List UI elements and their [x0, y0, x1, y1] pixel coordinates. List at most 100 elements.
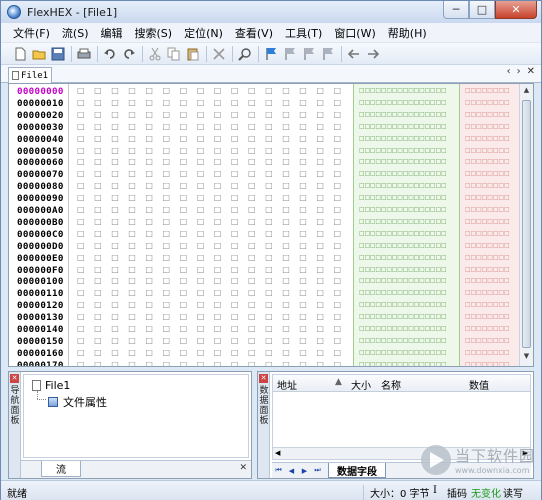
- hex-byte-cell[interactable]: □: [180, 217, 188, 226]
- hex-byte-cell[interactable]: □: [197, 336, 205, 345]
- unicode-row[interactable]: □□□□□□□□: [465, 134, 510, 145]
- ascii-row[interactable]: □□□□□□□□□□□□□□□□: [359, 265, 447, 276]
- hex-byte-cell[interactable]: □: [111, 122, 119, 131]
- hex-byte-cell[interactable]: □: [282, 241, 290, 250]
- first-record-icon[interactable]: ⏮: [272, 466, 285, 475]
- hex-byte-cell[interactable]: □: [163, 86, 171, 95]
- hex-byte-cell[interactable]: □: [163, 300, 171, 309]
- bookmark-prev-icon[interactable]: [300, 45, 318, 63]
- hex-byte-cell[interactable]: □: [180, 360, 188, 366]
- menu-tools[interactable]: 工具(T): [279, 25, 328, 41]
- hex-byte-cell[interactable]: □: [180, 122, 188, 131]
- hex-byte-cell[interactable]: □: [94, 157, 102, 166]
- hex-byte-cell[interactable]: □: [145, 312, 153, 321]
- hex-byte-cell[interactable]: □: [111, 300, 119, 309]
- tab-stream[interactable]: 流: [41, 461, 81, 477]
- hex-byte-cell[interactable]: □: [248, 122, 256, 131]
- hex-byte-cell[interactable]: □: [299, 300, 307, 309]
- hex-byte-cell[interactable]: □: [163, 348, 171, 357]
- hex-byte-cell[interactable]: □: [94, 336, 102, 345]
- hex-byte-cell[interactable]: □: [265, 288, 273, 297]
- hex-byte-cell[interactable]: □: [265, 265, 273, 274]
- scroll-up-icon[interactable]: ▲: [520, 86, 533, 98]
- hex-byte-cell[interactable]: □: [282, 122, 290, 131]
- hex-byte-cell[interactable]: □: [163, 193, 171, 202]
- hex-byte-cell[interactable]: □: [265, 98, 273, 107]
- hex-byte-cell[interactable]: □: [231, 253, 239, 262]
- hex-byte-cell[interactable]: □: [265, 205, 273, 214]
- hex-byte-cell[interactable]: □: [145, 348, 153, 357]
- hex-byte-cell[interactable]: □: [214, 193, 222, 202]
- hex-byte-cell[interactable]: □: [231, 360, 239, 366]
- hex-byte-cell[interactable]: □: [334, 348, 342, 357]
- hex-byte-cell[interactable]: □: [128, 205, 136, 214]
- hex-byte-cell[interactable]: □: [299, 205, 307, 214]
- unicode-row[interactable]: □□□□□□□□: [465, 300, 510, 311]
- tab-scroll-right-icon[interactable]: ›: [517, 66, 521, 77]
- hex-byte-cell[interactable]: □: [231, 241, 239, 250]
- hex-byte-cell[interactable]: □: [197, 253, 205, 262]
- hex-byte-cell[interactable]: □: [316, 110, 324, 119]
- hex-byte-cell[interactable]: □: [163, 146, 171, 155]
- save-icon[interactable]: [49, 45, 67, 63]
- hex-byte-cell[interactable]: □: [334, 157, 342, 166]
- unicode-row[interactable]: □□□□□□□□: [465, 276, 510, 287]
- hex-byte-cell[interactable]: □: [145, 336, 153, 345]
- hex-byte-cell[interactable]: □: [334, 205, 342, 214]
- hex-byte-cell[interactable]: □: [231, 122, 239, 131]
- hex-byte-cell[interactable]: □: [231, 205, 239, 214]
- hex-byte-cell[interactable]: □: [180, 276, 188, 285]
- hex-byte-cell[interactable]: □: [316, 336, 324, 345]
- hex-byte-cell[interactable]: □: [265, 122, 273, 131]
- ascii-row[interactable]: □□□□□□□□□□□□□□□□: [359, 146, 447, 157]
- hex-byte-cell[interactable]: □: [197, 181, 205, 190]
- hex-byte-cell[interactable]: □: [334, 276, 342, 285]
- hex-byte-cell[interactable]: □: [316, 253, 324, 262]
- unicode-row[interactable]: □□□□□□□□: [465, 265, 510, 276]
- minimize-button[interactable]: ─: [443, 1, 469, 19]
- hex-byte-cell[interactable]: □: [128, 241, 136, 250]
- hex-byte-cell[interactable]: □: [248, 217, 256, 226]
- hex-byte-cell[interactable]: □: [197, 205, 205, 214]
- hex-byte-cell[interactable]: □: [180, 253, 188, 262]
- hex-byte-cell[interactable]: □: [94, 360, 102, 366]
- hex-byte-cell[interactable]: □: [214, 253, 222, 262]
- hex-byte-cell[interactable]: □: [128, 134, 136, 143]
- column-name[interactable]: 名称: [381, 377, 401, 392]
- hex-byte-cell[interactable]: □: [299, 157, 307, 166]
- hex-byte-cell[interactable]: □: [197, 169, 205, 178]
- hex-byte-cell[interactable]: □: [128, 157, 136, 166]
- paste-icon[interactable]: [184, 45, 202, 63]
- hex-byte-cell[interactable]: □: [94, 217, 102, 226]
- hex-byte-cell[interactable]: □: [265, 86, 273, 95]
- hex-byte-cell[interactable]: □: [180, 134, 188, 143]
- hex-byte-cell[interactable]: □: [214, 181, 222, 190]
- hex-byte-cell[interactable]: □: [265, 193, 273, 202]
- hex-byte-cell[interactable]: □: [111, 205, 119, 214]
- hex-byte-cell[interactable]: □: [77, 134, 85, 143]
- hex-byte-cell[interactable]: □: [248, 288, 256, 297]
- hex-byte-cell[interactable]: □: [180, 288, 188, 297]
- hex-byte-cell[interactable]: □: [299, 86, 307, 95]
- prev-record-icon[interactable]: ◀: [285, 467, 298, 475]
- hex-byte-cell[interactable]: □: [197, 217, 205, 226]
- hex-byte-cell[interactable]: □: [248, 229, 256, 238]
- hex-byte-cell[interactable]: □: [163, 288, 171, 297]
- hex-byte-cell[interactable]: □: [180, 146, 188, 155]
- hex-byte-cell[interactable]: □: [299, 181, 307, 190]
- hex-byte-cell[interactable]: □: [231, 348, 239, 357]
- hex-byte-cell[interactable]: □: [180, 86, 188, 95]
- hex-byte-cell[interactable]: □: [265, 241, 273, 250]
- hex-byte-cell[interactable]: □: [197, 122, 205, 131]
- hex-byte-cell[interactable]: □: [248, 348, 256, 357]
- hex-byte-cell[interactable]: □: [316, 288, 324, 297]
- hex-byte-cell[interactable]: □: [316, 360, 324, 366]
- close-panel-icon[interactable]: ✕: [259, 374, 268, 383]
- hex-byte-cell[interactable]: □: [334, 360, 342, 366]
- hex-byte-cell[interactable]: □: [265, 169, 273, 178]
- hex-byte-cell[interactable]: □: [265, 312, 273, 321]
- hex-byte-cell[interactable]: □: [180, 181, 188, 190]
- hex-byte-cell[interactable]: □: [77, 205, 85, 214]
- hex-byte-cell[interactable]: □: [248, 110, 256, 119]
- hex-byte-cell[interactable]: □: [265, 324, 273, 333]
